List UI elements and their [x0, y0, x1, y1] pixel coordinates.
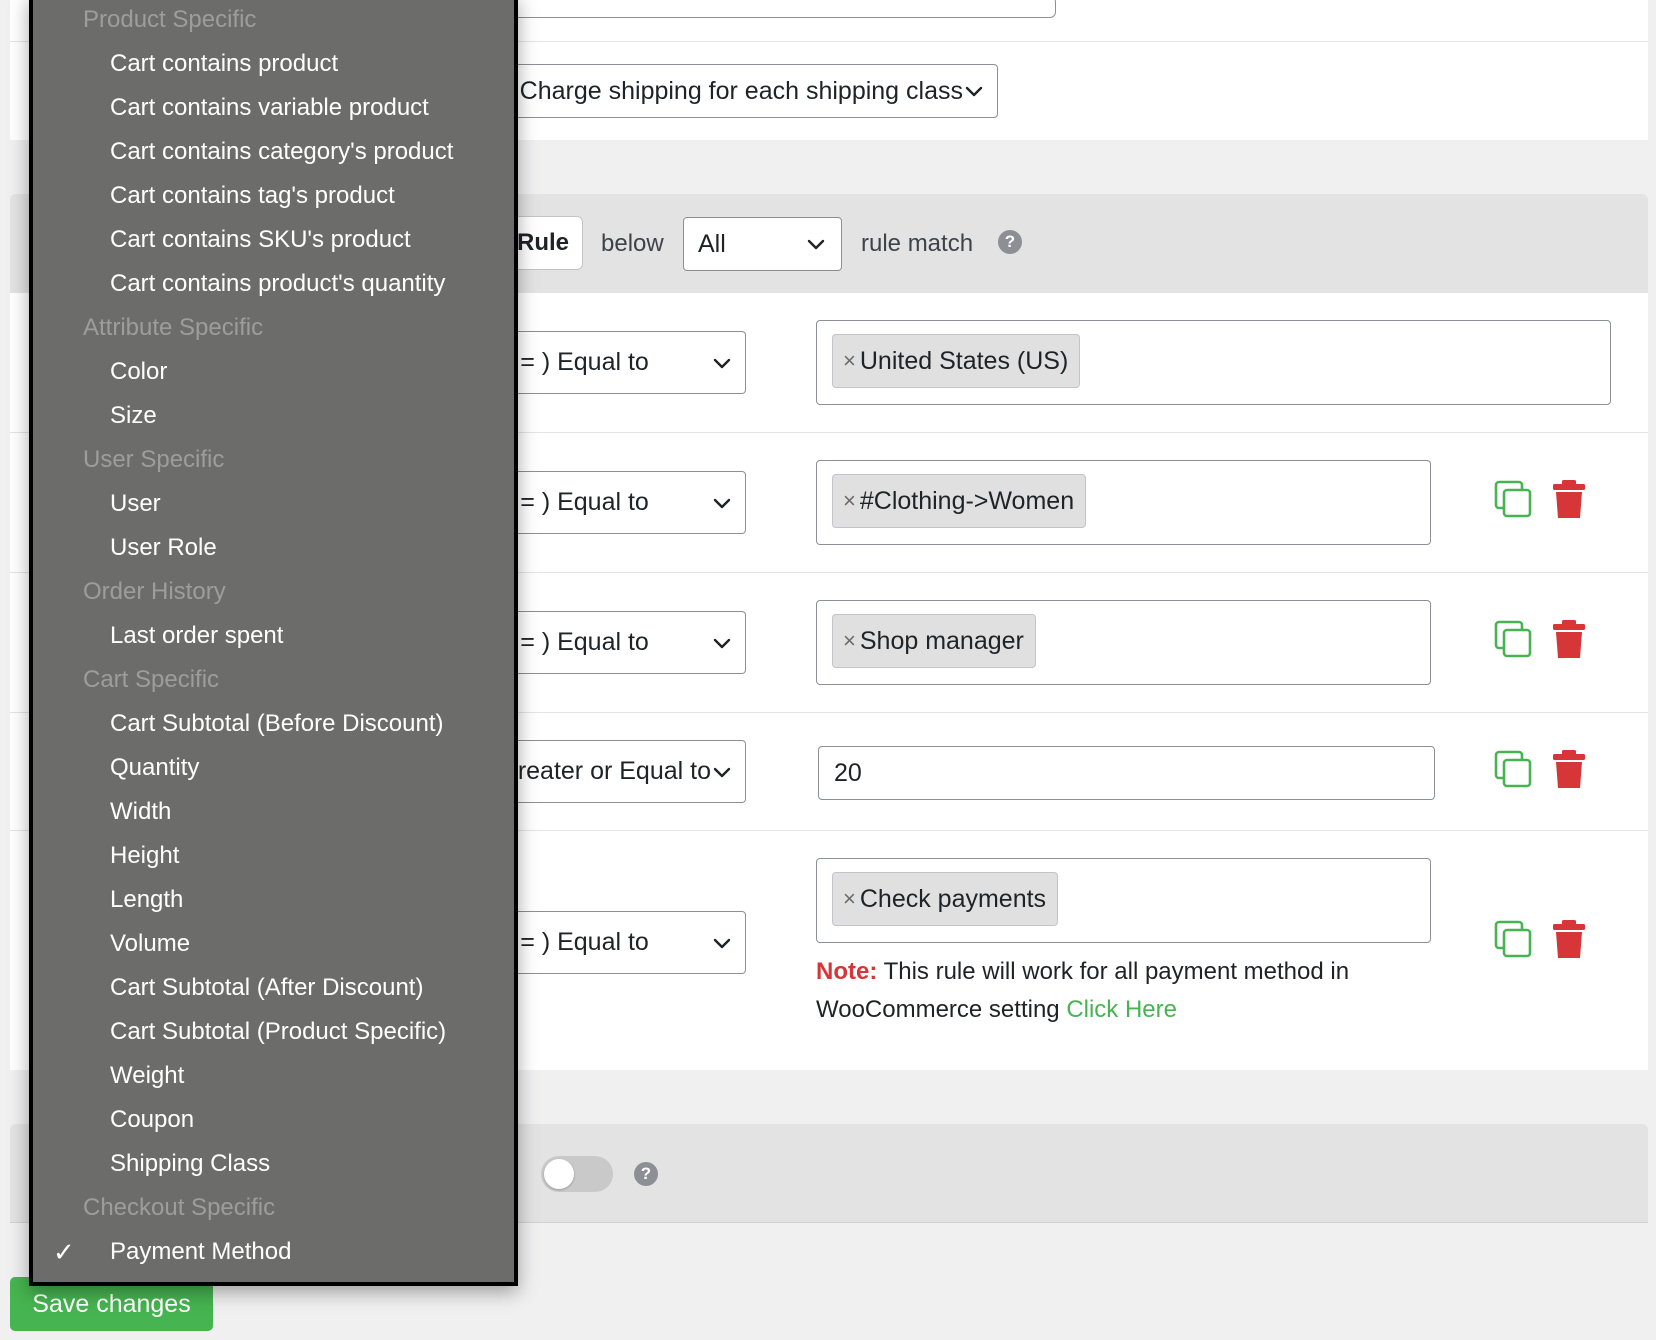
operator-select-value: Equal to ( = ): [505, 628, 649, 656]
option-cart-contains-category-product[interactable]: Cart contains category's product: [33, 130, 514, 174]
copy-icon[interactable]: [1493, 919, 1533, 959]
option-group-product-specific: Product Specific: [83, 6, 257, 33]
condition-option-list: Product Specific Cart contains product C…: [33, 0, 514, 1274]
chevron-down-icon: [711, 761, 733, 783]
option-cart-contains-variable-product[interactable]: Cart contains variable product: [33, 86, 514, 130]
option-payment-method-label: Payment Method: [110, 1238, 292, 1265]
text-input[interactable]: [505, 0, 1056, 18]
option-shipping-class[interactable]: Shipping Class: [33, 1142, 514, 1186]
option-cart-contains-sku-product[interactable]: Cart contains SKU's product: [33, 218, 514, 262]
option-user-role[interactable]: User Role: [33, 526, 514, 570]
option-size[interactable]: Size: [33, 394, 514, 438]
option-width[interactable]: Width: [33, 790, 514, 834]
user-role-multiselect[interactable]: × Shop manager: [816, 600, 1431, 685]
trash-icon[interactable]: [1549, 919, 1589, 959]
condition-dropdown[interactable]: Product Specific Cart contains product C…: [29, 0, 518, 1286]
enable-toggle[interactable]: [541, 1156, 613, 1192]
toggle-knob: [544, 1159, 574, 1189]
tag-label: Check payments: [859, 884, 1047, 913]
operator-select-value: Greater or Equal to ( >= ): [505, 757, 711, 785]
help-icon[interactable]: ?: [998, 230, 1022, 254]
operator-select-value: Equal to ( = ): [505, 348, 649, 376]
chevron-down-icon: [711, 932, 733, 954]
trash-icon[interactable]: [1549, 619, 1589, 659]
option-height[interactable]: Height: [33, 834, 514, 878]
below-label: below: [601, 230, 664, 257]
category-multiselect[interactable]: × #Clothing->Women: [816, 460, 1431, 545]
option-coupon[interactable]: Coupon: [33, 1098, 514, 1142]
option-cart-subtotal-after-discount[interactable]: Cart Subtotal (After Discount): [33, 966, 514, 1010]
shipping-class-select[interactable]: Per class: Charge shipping for each ship…: [505, 64, 998, 118]
quantity-input-value: 20: [834, 758, 862, 787]
option-length[interactable]: Length: [33, 878, 514, 922]
close-icon[interactable]: ×: [843, 628, 856, 654]
option-user[interactable]: User: [33, 482, 514, 526]
chevron-down-icon: [805, 233, 827, 255]
option-cart-subtotal-before-discount[interactable]: Cart Subtotal (Before Discount): [33, 702, 514, 746]
tag-label: #Clothing->Women: [859, 486, 1075, 515]
shipping-class-select-value: Per class: Charge shipping for each ship…: [506, 76, 963, 105]
option-last-order-spent[interactable]: Last order spent: [33, 614, 514, 658]
rule-match-select-value: All: [698, 229, 726, 258]
option-group-user-specific: User Specific: [83, 446, 225, 473]
selected-tag: × #Clothing->Women: [832, 474, 1087, 528]
option-payment-method[interactable]: ✓ Payment Method: [33, 1230, 514, 1274]
click-here-link[interactable]: Click Here: [1066, 996, 1177, 1023]
operator-select-value: Equal to ( = ): [505, 928, 649, 956]
option-cart-subtotal-product-specific[interactable]: Cart Subtotal (Product Specific): [33, 1010, 514, 1054]
chevron-down-icon: [963, 80, 985, 102]
close-icon[interactable]: ×: [843, 886, 856, 912]
option-group-cart-specific: Cart Specific: [83, 666, 220, 693]
trash-icon[interactable]: [1549, 479, 1589, 519]
close-icon[interactable]: ×: [843, 348, 856, 374]
operator-select[interactable]: Greater or Equal to ( >= ): [505, 740, 746, 803]
rule-match-select[interactable]: All: [683, 217, 842, 271]
option-cart-contains-product-quantity[interactable]: Cart contains product's quantity: [33, 262, 514, 306]
close-icon[interactable]: ×: [843, 488, 856, 514]
option-quantity[interactable]: Quantity: [33, 746, 514, 790]
rule-match-label: rule match: [861, 230, 974, 257]
option-group-checkout-specific: Checkout Specific: [83, 1194, 276, 1221]
add-rule-button-label: Rule: [517, 229, 570, 256]
copy-icon[interactable]: [1493, 619, 1533, 659]
option-group-attribute-specific: Attribute Specific: [83, 314, 264, 341]
operator-select[interactable]: Equal to ( = ): [505, 471, 746, 534]
save-changes-label: Save changes: [32, 1289, 191, 1318]
option-cart-contains-tag-product[interactable]: Cart contains tag's product: [33, 174, 514, 218]
tag-label: Shop manager: [859, 626, 1024, 655]
trash-icon[interactable]: [1549, 749, 1589, 789]
option-cart-contains-product[interactable]: Cart contains product: [33, 42, 514, 86]
option-volume[interactable]: Volume: [33, 922, 514, 966]
copy-icon[interactable]: [1493, 749, 1533, 789]
quantity-input[interactable]: 20: [818, 746, 1435, 800]
chevron-down-icon: [711, 632, 733, 654]
help-icon[interactable]: ?: [634, 1162, 658, 1186]
copy-icon[interactable]: [1493, 479, 1533, 519]
operator-select[interactable]: Equal to ( = ): [505, 331, 746, 394]
chevron-down-icon: [711, 492, 733, 514]
operator-select-value: Equal to ( = ): [505, 488, 649, 516]
note-label: Note:: [816, 958, 878, 985]
selected-tag: × United States (US): [832, 334, 1081, 388]
operator-select[interactable]: Equal to ( = ): [505, 611, 746, 674]
option-group-order-history: Order History: [83, 578, 226, 605]
selected-tag: × Check payments: [832, 872, 1059, 926]
country-multiselect[interactable]: × United States (US): [816, 320, 1611, 405]
option-weight[interactable]: Weight: [33, 1054, 514, 1098]
option-color[interactable]: Color: [33, 350, 514, 394]
checkmark-icon: ✓: [53, 1237, 75, 1267]
payment-note: Note: This rule will work for all paymen…: [816, 953, 1436, 1029]
operator-select[interactable]: Equal to ( = ): [505, 911, 746, 974]
payment-method-multiselect[interactable]: × Check payments: [816, 858, 1431, 943]
selected-tag: × Shop manager: [832, 614, 1036, 668]
tag-label: United States (US): [859, 346, 1069, 375]
chevron-down-icon: [711, 352, 733, 374]
